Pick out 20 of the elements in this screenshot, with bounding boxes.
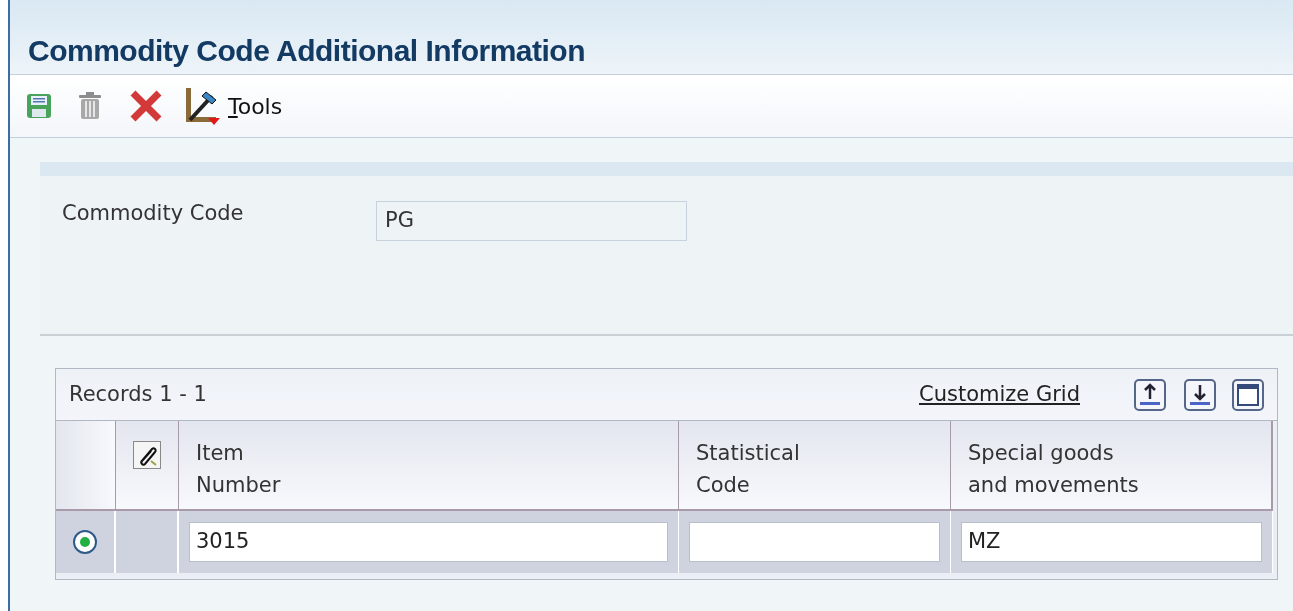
column-header[interactable]: Item Number xyxy=(179,421,679,511)
import-icon[interactable] xyxy=(1184,378,1216,411)
tools-menu[interactable]: Tools xyxy=(228,89,283,123)
grid-input-field[interactable] xyxy=(689,522,940,562)
export-icon[interactable] xyxy=(1134,378,1166,411)
save-icon[interactable] xyxy=(26,93,52,119)
customize-grid-link[interactable]: Customize Grid xyxy=(919,378,1080,411)
column-header[interactable]: Special goods and movements xyxy=(951,421,1273,511)
close-icon[interactable] xyxy=(128,88,164,124)
records-count: Records 1 - 1 xyxy=(69,380,207,408)
attachment-icon[interactable] xyxy=(133,441,161,469)
window-title: Commodity Code Additional Information xyxy=(28,36,586,66)
grid-input-field[interactable]: MZ xyxy=(961,522,1262,562)
grid-input-field[interactable]: 3015 xyxy=(189,522,668,562)
field-label: Commodity Code xyxy=(62,200,245,227)
column-header[interactable]: Statistical Code xyxy=(679,421,951,511)
commodity-code-field[interactable]: PG xyxy=(376,201,687,241)
trash-icon[interactable] xyxy=(78,92,102,120)
row-radio[interactable] xyxy=(73,530,97,554)
maximize-icon[interactable] xyxy=(1232,378,1264,411)
